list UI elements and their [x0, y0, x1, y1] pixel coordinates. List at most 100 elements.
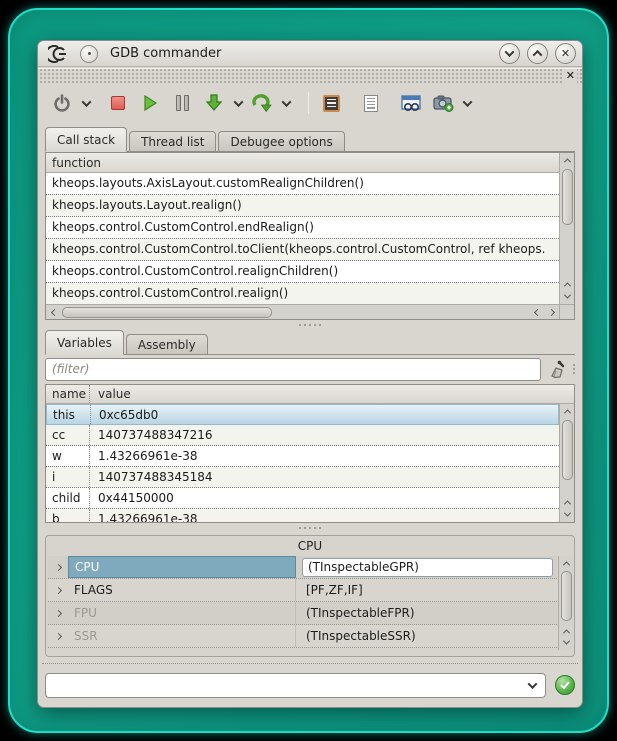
watches-window-button[interactable]: [399, 90, 423, 116]
panel-splitter-grip[interactable]: [573, 364, 575, 374]
callstack-row[interactable]: kheops.layouts.Layout.realign(): [46, 195, 559, 217]
command-input[interactable]: [50, 675, 519, 696]
variable-name: cc: [46, 425, 90, 445]
execute-button[interactable]: [555, 675, 575, 695]
variable-value: 140737488347216: [90, 428, 213, 442]
broom-icon: [548, 360, 567, 379]
name-column-header[interactable]: name: [46, 385, 90, 403]
inspect-pages-tabbar: VariablesAssembly: [45, 330, 575, 355]
scroll-thumb[interactable]: [62, 307, 272, 318]
pause-icon: [176, 95, 189, 111]
power-button[interactable]: [50, 90, 74, 116]
tab-variables[interactable]: Variables: [45, 330, 124, 355]
callstack-row[interactable]: kheops.layouts.AxisLayout.customRealignC…: [46, 173, 559, 195]
variable-row[interactable]: this0xc65db0: [46, 404, 559, 425]
expand-chevron-icon[interactable]: [48, 611, 68, 616]
callstack-column-header[interactable]: function: [46, 153, 574, 173]
run-button[interactable]: [138, 90, 162, 116]
titlebar[interactable]: GDB commander ✕: [38, 41, 582, 67]
pause-button[interactable]: [170, 90, 194, 116]
callstack-row[interactable]: kheops.control.CustomControl.endRealign(…: [46, 217, 559, 239]
register-row[interactable]: SSR(TInspectableSSR): [48, 625, 557, 648]
callstack-row[interactable]: kheops.control.CustomControl.realignChil…: [46, 261, 559, 283]
add-snapshot-button[interactable]: [431, 90, 455, 116]
scroll-right-icon[interactable]: [544, 305, 558, 319]
tab-assembly[interactable]: Assembly: [126, 334, 208, 354]
dock-handle[interactable]: ✕: [38, 68, 582, 83]
variable-row[interactable]: i140737488345184: [46, 467, 559, 488]
expand-chevron-icon[interactable]: [48, 634, 68, 639]
debug-toolbar: [38, 85, 582, 121]
bottom-splitter[interactable]: [42, 663, 578, 664]
register-row[interactable]: FPU(TInspectableFPR): [48, 602, 557, 625]
cpu-group-title: CPU: [46, 536, 574, 556]
close-button[interactable]: ✕: [555, 43, 576, 64]
tab-call-stack[interactable]: Call stack: [45, 127, 127, 152]
scroll-thumb[interactable]: [562, 169, 573, 225]
step-over-button[interactable]: [250, 90, 274, 116]
variable-row[interactable]: cc140737488347216: [46, 425, 559, 446]
splitter-handle[interactable]: [38, 523, 582, 532]
scroll-thumb[interactable]: [562, 420, 573, 480]
register-value: [PF,ZF,IF]: [296, 583, 557, 597]
step-into-dropdown[interactable]: [226, 90, 250, 116]
register-name: CPU: [68, 556, 296, 578]
filter-input[interactable]: [45, 358, 541, 381]
register-row[interactable]: CPU (TInspectableGPR): [48, 556, 557, 579]
scroll-down-icon[interactable]: [560, 290, 574, 303]
cpu-vscrollbar[interactable]: [558, 556, 573, 650]
scroll-up-icon[interactable]: [560, 405, 574, 418]
memory-icon: [323, 95, 340, 112]
step-into-icon: [204, 93, 224, 113]
scroll-left-icon[interactable]: [530, 305, 544, 319]
callstack-hscrollbar[interactable]: [46, 304, 559, 319]
dock-close-icon[interactable]: ✕: [564, 69, 577, 83]
callstack-vscrollbar[interactable]: [559, 153, 574, 304]
splitter-handle[interactable]: [38, 320, 582, 329]
maximize-button[interactable]: [527, 43, 548, 64]
callstack-panel: function kheops.layouts.AxisLayout.custo…: [45, 152, 575, 320]
callstack-row[interactable]: kheops.control.CustomControl.realign(): [46, 283, 559, 304]
variables-header: name value: [46, 385, 574, 404]
expand-chevron-icon[interactable]: [48, 588, 68, 593]
scroll-left-icon[interactable]: [47, 305, 61, 319]
scroll-thumb[interactable]: [561, 571, 572, 621]
command-bar: [45, 671, 575, 699]
scroll-down-icon[interactable]: [559, 636, 573, 649]
filter-row: [45, 357, 575, 381]
play-icon: [141, 94, 159, 112]
variable-value: 0xc65db0: [91, 408, 158, 422]
register-value-editor[interactable]: (TInspectableGPR): [302, 558, 553, 577]
variable-row[interactable]: child0x44150000: [46, 488, 559, 509]
step-into-button[interactable]: [202, 90, 226, 116]
tab-thread-list[interactable]: Thread list: [129, 131, 216, 151]
clear-filter-button[interactable]: [545, 357, 569, 381]
scroll-down-icon[interactable]: [560, 508, 574, 521]
command-combobox[interactable]: [45, 673, 546, 698]
scrollbar-corner: [559, 304, 574, 319]
callstack-row[interactable]: kheops.control.CustomControl.toClient(kh…: [46, 239, 559, 261]
snapshot-icon: [433, 94, 454, 112]
stop-button[interactable]: [106, 90, 130, 116]
memory-view-button[interactable]: [319, 90, 343, 116]
scroll-up-icon[interactable]: [560, 154, 574, 167]
register-row[interactable]: FLAGS[PF,ZF,IF]: [48, 579, 557, 602]
toolbar-separator: [308, 92, 309, 114]
variable-row[interactable]: b1.43266961e-38: [46, 509, 559, 522]
window-menu-button[interactable]: [80, 45, 98, 63]
expand-chevron-icon[interactable]: [48, 565, 68, 570]
value-column-header[interactable]: value: [90, 387, 131, 401]
scroll-up-icon[interactable]: [559, 557, 573, 570]
variable-row[interactable]: w1.43266961e-38: [46, 446, 559, 467]
register-value: (TInspectableSSR): [296, 629, 557, 643]
snapshot-dropdown[interactable]: [455, 90, 479, 116]
gdb-commander-window: GDB commander ✕ ✕: [37, 40, 583, 708]
combo-dropdown-button[interactable]: [523, 674, 541, 697]
variables-vscrollbar[interactable]: [559, 404, 574, 522]
event-log-button[interactable]: [359, 90, 383, 116]
tab-debugee-options[interactable]: Debugee options: [218, 131, 344, 151]
shade-button[interactable]: [499, 43, 520, 64]
power-dropdown[interactable]: [74, 90, 98, 116]
variable-name: w: [46, 446, 90, 466]
step-over-dropdown[interactable]: [274, 90, 298, 116]
